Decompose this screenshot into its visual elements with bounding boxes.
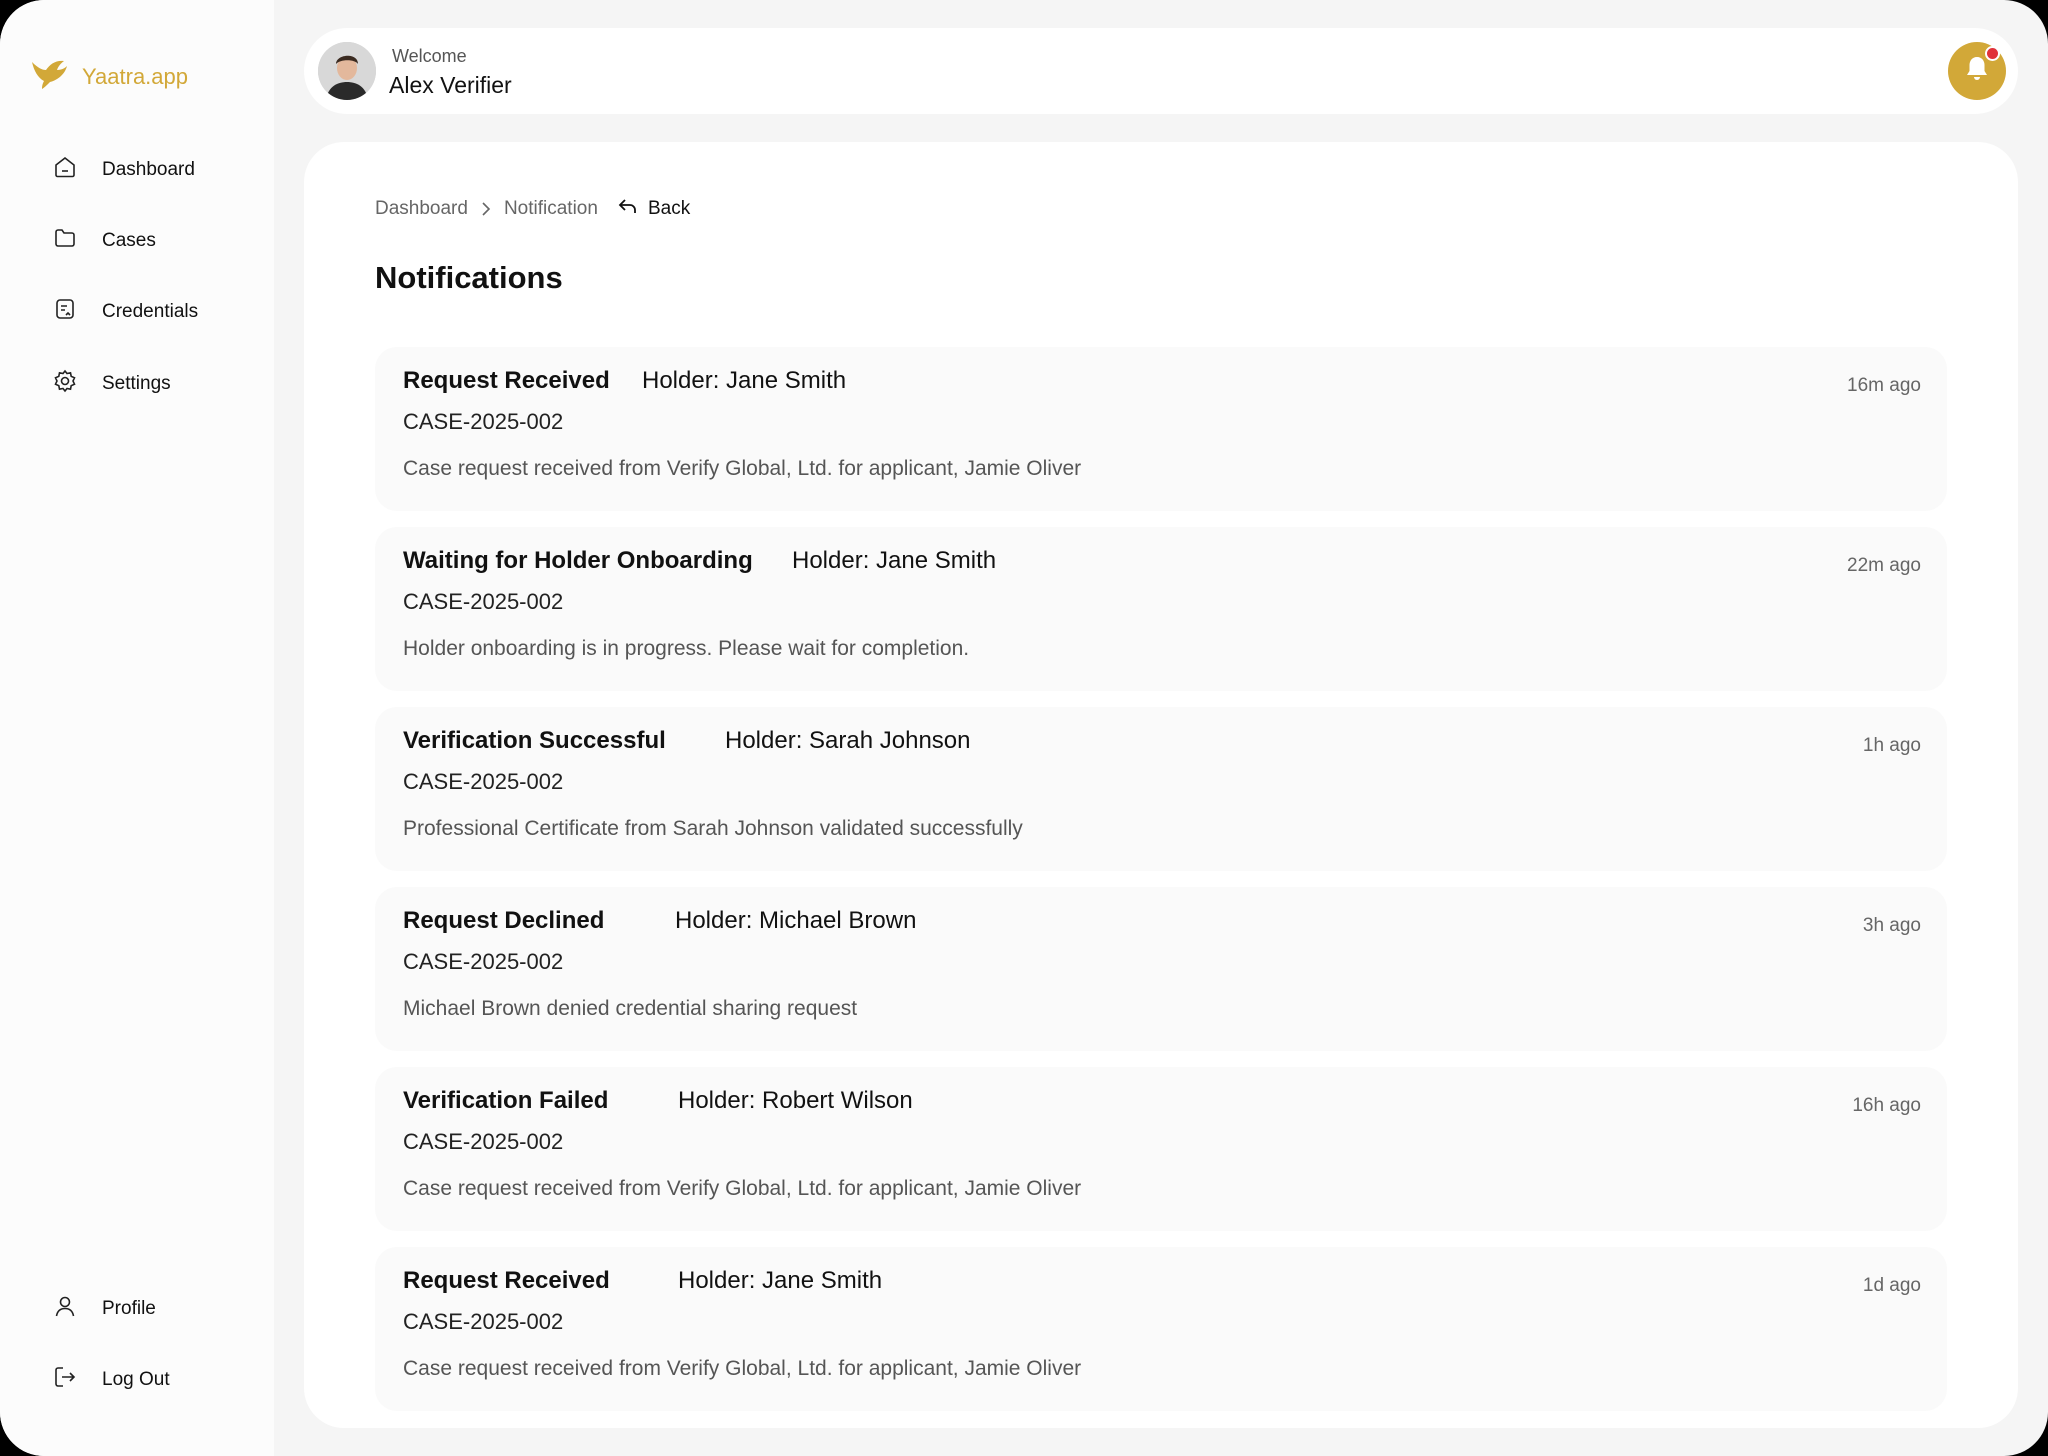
sidebar-item-label: Log Out [102, 1369, 170, 1390]
notification-card[interactable]: Verification Successful Holder: Sarah Jo… [375, 707, 1947, 871]
notification-title: Verification Failed [403, 1087, 609, 1114]
home-icon [52, 154, 78, 186]
notification-case-id: CASE-2025-002 [403, 769, 564, 794]
back-label: Back [647, 198, 691, 219]
notification-holder: Holder: Robert Wilson [678, 1087, 913, 1114]
notification-description: Case request received from Verify Global… [403, 1357, 1082, 1380]
breadcrumb-dashboard[interactable]: Dashboard [375, 198, 468, 220]
sidebar-item-settings[interactable]: Settings [52, 368, 171, 400]
chevron-right-icon [480, 201, 492, 217]
notification-title: Waiting for Holder Onboarding [403, 547, 753, 574]
notification-card[interactable]: Request Declined Holder: Michael Brown C… [375, 887, 1947, 1051]
user-name: Alex Verifier [389, 72, 512, 98]
notification-holder: Holder: Michael Brown [675, 907, 917, 934]
logout-icon [52, 1364, 78, 1396]
breadcrumb-notification: Notification [503, 198, 598, 219]
app-frame: Yaatra.app Dashboard Cases Credentials S… [0, 0, 2048, 1456]
notification-time: 22m ago [1847, 555, 1921, 576]
notification-title: Request Declined [403, 907, 605, 934]
avatar[interactable] [318, 42, 376, 100]
notification-button[interactable] [1948, 42, 2006, 100]
notification-description: Case request received from Verify Global… [403, 1177, 1082, 1200]
notification-card[interactable]: Request Received Holder: Jane Smith CASE… [375, 347, 1947, 511]
breadcrumb: Dashboard Notification Back [375, 197, 690, 221]
bird-icon [30, 58, 68, 95]
notification-time: 3h ago [1862, 915, 1921, 936]
welcome-label: Welcome [392, 46, 467, 66]
sidebar: Yaatra.app Dashboard Cases Credentials S… [0, 0, 274, 1456]
sidebar-item-logout[interactable]: Log Out [52, 1364, 170, 1396]
notification-time: 1h ago [1862, 735, 1921, 756]
back-button[interactable]: Back [618, 197, 690, 221]
sidebar-item-label: Profile [102, 1298, 156, 1319]
sidebar-item-credentials[interactable]: Credentials [52, 296, 198, 328]
sidebar-item-dashboard[interactable]: Dashboard [52, 154, 195, 186]
notification-description: Professional Certificate from Sarah John… [403, 817, 1023, 840]
notification-time: 16h ago [1852, 1095, 1921, 1116]
notification-holder: Holder: Jane Smith [792, 547, 997, 574]
bell-icon [1964, 55, 1990, 88]
main-panel: Dashboard Notification Back Notification… [304, 142, 2018, 1428]
notification-card[interactable]: Request Received Holder: Jane Smith CASE… [375, 1247, 1947, 1411]
sidebar-item-profile[interactable]: Profile [52, 1293, 156, 1325]
notification-badge [1985, 46, 2000, 61]
notification-case-id: CASE-2025-002 [403, 409, 564, 434]
user-icon [52, 1293, 78, 1325]
notification-description: Holder onboarding is in progress. Please… [403, 637, 970, 660]
notification-case-id: CASE-2025-002 [403, 1129, 564, 1154]
notification-holder: Holder: Jane Smith [642, 367, 847, 394]
top-header: Welcome Alex Verifier [304, 28, 2018, 114]
notification-list: Request Received Holder: Jane Smith CASE… [375, 347, 1947, 1427]
back-arrow-icon [618, 197, 638, 221]
credential-icon [52, 296, 78, 328]
gear-icon [52, 368, 78, 400]
page-title: Notifications [375, 260, 563, 295]
sidebar-item-label: Dashboard [102, 159, 195, 180]
sidebar-item-label: Settings [102, 373, 171, 394]
notification-card[interactable]: Waiting for Holder Onboarding Holder: Ja… [375, 527, 1947, 691]
notification-case-id: CASE-2025-002 [403, 589, 564, 614]
notification-title: Verification Successful [403, 727, 666, 754]
notification-description: Michael Brown denied credential sharing … [403, 997, 858, 1020]
brand-name: Yaatra.app [82, 63, 189, 89]
notification-title: Request Received [403, 1267, 610, 1294]
notification-description: Case request received from Verify Global… [403, 457, 1082, 480]
notification-time: 16m ago [1847, 375, 1921, 396]
sidebar-item-cases[interactable]: Cases [52, 225, 156, 257]
notification-case-id: CASE-2025-002 [403, 1309, 564, 1334]
notification-holder: Holder: Sarah Johnson [725, 727, 971, 754]
sidebar-item-label: Credentials [102, 301, 199, 322]
brand-logo[interactable]: Yaatra.app [30, 58, 188, 95]
folder-icon [52, 225, 78, 257]
sidebar-item-label: Cases [102, 230, 156, 251]
notification-time: 1d ago [1862, 1275, 1921, 1296]
notification-case-id: CASE-2025-002 [403, 949, 564, 974]
notification-holder: Holder: Jane Smith [678, 1267, 883, 1294]
notification-title: Request Received [403, 367, 610, 394]
notification-card[interactable]: Verification Failed Holder: Robert Wilso… [375, 1067, 1947, 1231]
